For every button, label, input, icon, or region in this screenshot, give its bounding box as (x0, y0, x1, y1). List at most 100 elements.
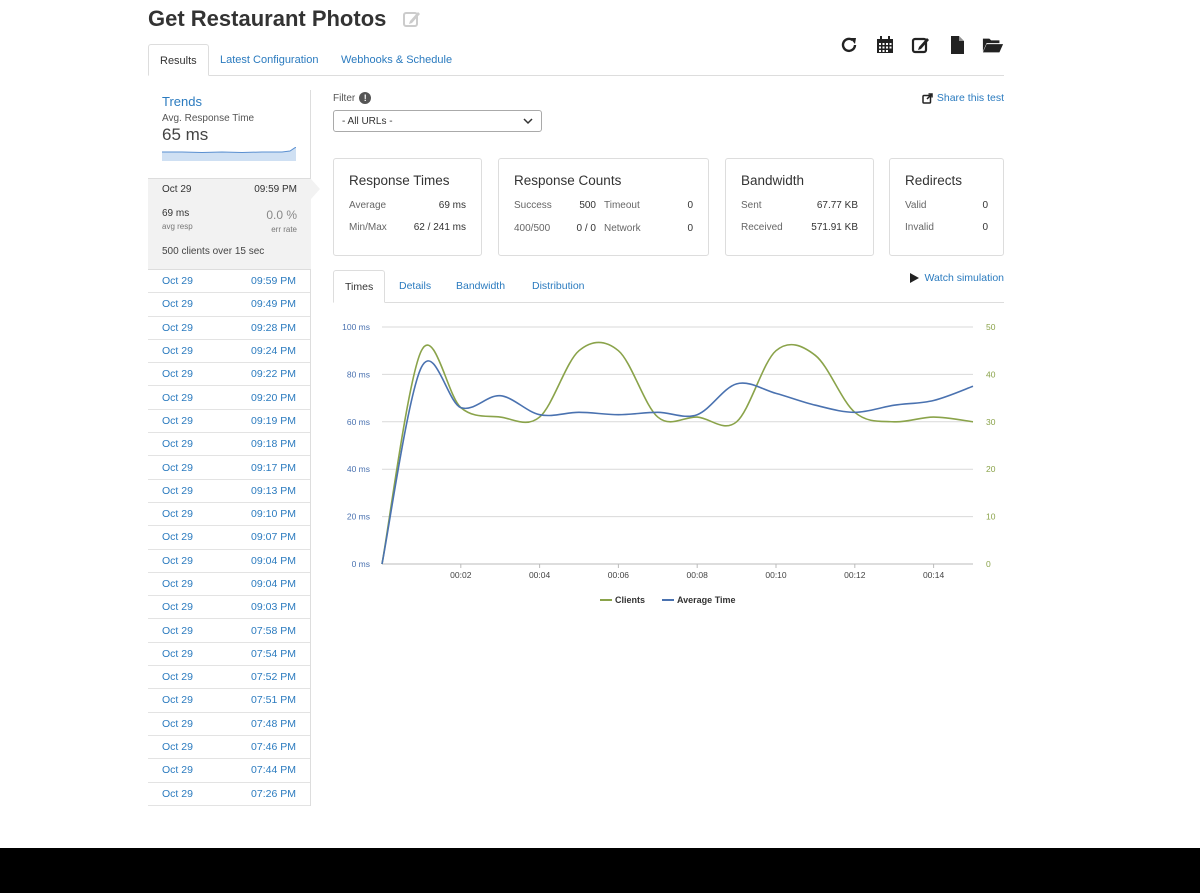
edit-title-icon[interactable] (402, 9, 422, 29)
run-list-item[interactable]: Oct 29 09:22 PM (148, 363, 310, 387)
tab-results[interactable]: Results (148, 44, 209, 76)
run-time[interactable]: 09:03 PM (251, 601, 296, 613)
info-icon[interactable]: ! (359, 92, 372, 104)
run-date[interactable]: Oct 29 (162, 322, 193, 334)
run-list-item[interactable]: Oct 29 09:24 PM (148, 340, 310, 364)
run-list-item[interactable]: Oct 29 07:52 PM (148, 666, 310, 690)
x-tick-label: 00:06 (608, 570, 630, 580)
run-time[interactable]: 09:24 PM (251, 345, 296, 357)
run-list-item[interactable]: Oct 29 09:04 PM (148, 550, 310, 573)
chevron-down-icon (523, 118, 533, 125)
run-list-item[interactable]: Oct 29 09:17 PM (148, 456, 310, 480)
run-time[interactable]: 09:49 PM (251, 298, 296, 310)
run-list-item[interactable]: Oct 29 09:28 PM (148, 317, 310, 340)
run-list-item[interactable]: Oct 29 09:03 PM (148, 596, 310, 620)
run-date[interactable]: Oct 29 (162, 671, 193, 683)
run-date[interactable]: Oct 29 (162, 764, 193, 776)
tab-bandwidth[interactable]: Bandwidth (456, 270, 505, 303)
clients-duration: 15 (234, 246, 246, 257)
run-list-item[interactable]: Oct 29 09:10 PM (148, 503, 310, 527)
tab-distribution[interactable]: Distribution (532, 270, 585, 303)
run-time[interactable]: 09:07 PM (251, 531, 296, 543)
run-date[interactable]: Oct 29 (162, 462, 193, 474)
run-time[interactable]: 09:04 PM (251, 555, 296, 567)
run-time[interactable]: 07:48 PM (251, 718, 296, 730)
watch-label[interactable]: Watch simulation (924, 272, 1004, 284)
received-value: 571.91 KB (811, 222, 858, 233)
run-date[interactable]: Oct 29 (162, 788, 193, 800)
tab-times[interactable]: Times (333, 270, 386, 303)
run-date[interactable]: Oct 29 (162, 741, 193, 753)
tab-latest-configuration[interactable]: Latest Configuration (220, 44, 318, 76)
run-list-item[interactable]: Oct 29 07:48 PM (148, 713, 310, 736)
run-date[interactable]: Oct 29 (162, 694, 193, 706)
run-time[interactable]: 09:18 PM (251, 438, 296, 450)
run-time[interactable]: 07:26 PM (251, 788, 296, 800)
share-test-link[interactable]: Share this test (922, 92, 1004, 104)
trends-title[interactable]: Trends (162, 94, 296, 109)
run-list-item[interactable]: Oct 29 09:18 PM (148, 433, 310, 457)
run-list-item[interactable]: Oct 29 07:54 PM (148, 643, 310, 667)
y-right-tick-label: 20 (986, 464, 996, 474)
run-list-item[interactable]: Oct 29 07:58 PM (148, 619, 310, 643)
run-time[interactable]: 09:13 PM (251, 485, 296, 497)
run-list-item[interactable]: Oct 29 07:26 PM (148, 783, 310, 806)
run-time[interactable]: 07:54 PM (251, 648, 296, 660)
share-label[interactable]: Share this test (937, 92, 1004, 104)
run-date[interactable]: Oct 29 (162, 275, 193, 287)
run-time[interactable]: 09:28 PM (251, 322, 296, 334)
run-date[interactable]: Oct 29 (162, 531, 193, 543)
c400-label: 400/500 (514, 223, 551, 234)
invalid-label: Invalid (905, 222, 934, 233)
run-time[interactable]: 09:59 PM (251, 275, 296, 287)
run-date[interactable]: Oct 29 (162, 578, 193, 590)
tab-details[interactable]: Details (399, 270, 431, 303)
run-list-item[interactable]: Oct 29 09:20 PM (148, 386, 310, 410)
run-date[interactable]: Oct 29 (162, 508, 193, 520)
run-list-item[interactable]: Oct 29 09:07 PM (148, 526, 310, 550)
run-time[interactable]: 09:20 PM (251, 392, 296, 404)
run-time[interactable]: 07:46 PM (251, 741, 296, 753)
redirects-card: Redirects Valid 0 Invalid 0 (889, 158, 1004, 256)
tab-webhooks-schedule[interactable]: Webhooks & Schedule (341, 44, 452, 76)
trends-subtitle: Avg. Response Time (162, 113, 255, 124)
run-time[interactable]: 09:04 PM (251, 578, 296, 590)
x-tick-label: 00:08 (687, 570, 709, 580)
run-time[interactable]: 09:19 PM (251, 415, 296, 427)
url-filter-value: - All URLs - (342, 115, 393, 127)
run-time[interactable]: 09:17 PM (251, 462, 296, 474)
avg-resp-value: 69 ms (162, 208, 190, 219)
watch-simulation-link[interactable]: Watch simulation (910, 272, 1004, 284)
run-date[interactable]: Oct 29 (162, 555, 193, 567)
run-time[interactable]: 07:58 PM (251, 625, 296, 637)
run-list-item[interactable]: Oct 29 09:04 PM (148, 573, 310, 597)
run-list-item[interactable]: Oct 29 09:19 PM (148, 410, 310, 434)
run-date[interactable]: Oct 29 (162, 648, 193, 660)
run-date[interactable]: Oct 29 (162, 345, 193, 357)
run-date[interactable]: Oct 29 (162, 368, 193, 380)
run-date[interactable]: Oct 29 (162, 438, 193, 450)
redirects-title: Redirects (905, 173, 963, 188)
err-rate-value: 0.0 % (266, 208, 297, 222)
trends-panel[interactable]: Trends Avg. Response Time 65 ms (148, 90, 311, 178)
run-time[interactable]: 09:22 PM (251, 368, 296, 380)
success-value: 500 (579, 200, 596, 211)
run-list-item[interactable]: Oct 29 09:49 PM (148, 293, 310, 317)
run-date[interactable]: Oct 29 (162, 601, 193, 613)
run-date[interactable]: Oct 29 (162, 625, 193, 637)
run-time[interactable]: 07:52 PM (251, 671, 296, 683)
run-date[interactable]: Oct 29 (162, 392, 193, 404)
run-date[interactable]: Oct 29 (162, 298, 193, 310)
run-list-item[interactable]: Oct 29 07:46 PM (148, 736, 310, 760)
run-date[interactable]: Oct 29 (162, 415, 193, 427)
run-time[interactable]: 07:51 PM (251, 694, 296, 706)
run-list-item[interactable]: Oct 29 07:44 PM (148, 759, 310, 783)
run-date[interactable]: Oct 29 (162, 485, 193, 497)
run-time[interactable]: 09:10 PM (251, 508, 296, 520)
run-date[interactable]: Oct 29 (162, 718, 193, 730)
run-list-item[interactable]: Oct 29 09:13 PM (148, 480, 310, 503)
run-list-item[interactable]: Oct 29 09:59 PM (148, 270, 310, 294)
url-filter-select[interactable]: - All URLs - (333, 110, 542, 132)
run-list-item[interactable]: Oct 29 07:51 PM (148, 689, 310, 713)
run-time[interactable]: 07:44 PM (251, 764, 296, 776)
